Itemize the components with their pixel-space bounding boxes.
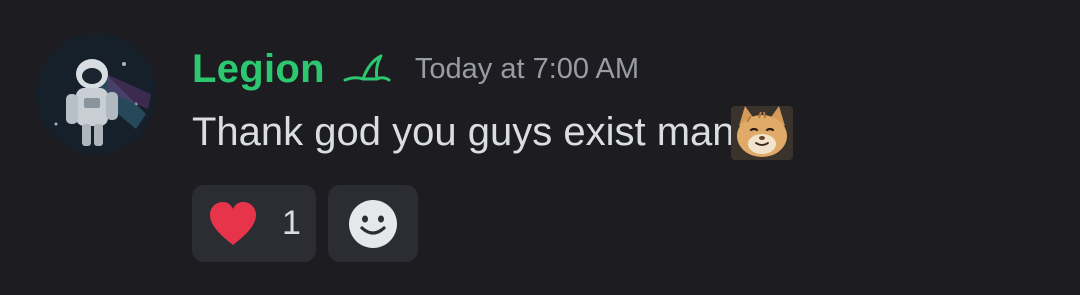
astronaut-avatar-icon xyxy=(36,34,156,154)
shark-fin-icon[interactable] xyxy=(341,52,393,86)
message-header: Legion Today at 7:00 AM xyxy=(192,44,639,94)
timestamp: Today at 7:00 AM xyxy=(414,53,639,85)
heart-icon xyxy=(208,201,258,247)
message-text: Thank god you guys exist man xyxy=(192,110,735,154)
username[interactable]: Legion xyxy=(192,44,325,94)
cat-emoji-icon[interactable] xyxy=(730,102,793,160)
reaction-count: 1 xyxy=(282,204,301,242)
add-reaction-button[interactable] xyxy=(328,185,418,262)
reaction-heart[interactable]: 1 xyxy=(192,185,316,262)
reactions-bar: 1 xyxy=(192,185,418,262)
chat-message: Legion Today at 7:00 AM Thank god you gu… xyxy=(0,0,1080,295)
smile-icon xyxy=(347,198,399,250)
message-content: Thank god you guys exist man xyxy=(192,104,793,160)
avatar[interactable] xyxy=(36,34,156,154)
